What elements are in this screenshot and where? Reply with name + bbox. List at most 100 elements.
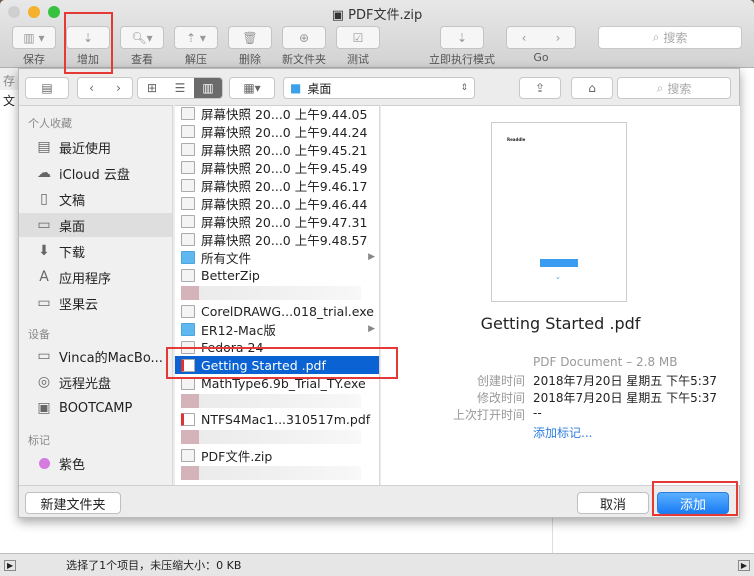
column-view-icon[interactable]: ▥ [194,78,222,98]
file-row[interactable]: 屏幕快照 20...0 上午9.48.57 [175,230,379,248]
column-header: 存 [0,68,18,90]
sidebar-item-macbook[interactable]: ▭ Vinca的MacBo... [19,344,172,368]
save-label: 保存 [23,53,45,66]
file-icon [181,142,195,156]
file-row[interactable]: 屏幕快照 20...0 上午9.44.05 [175,106,379,122]
sidebar-item-tag-purple[interactable]: 紫色 [19,451,172,475]
view-button[interactable]: 🔍︎▾ [120,26,164,49]
sidebar-item-recents[interactable]: ▤ 最近使用 [19,135,172,159]
test-button[interactable]: ☑ [336,26,380,49]
file-row[interactable]: 屏幕快照 20...0 上午9.44.24 [175,122,379,140]
sidebar-item-remote-disc[interactable]: ◎ 远程光盘 [19,370,172,394]
created-value: 2018年7月20日 星期五 下午5:37 [533,374,718,388]
file-row[interactable]: 屏幕快照 20...0 上午9.45.21 [175,140,379,158]
created-label: 创建时间 [476,374,525,388]
sheet-search-input[interactable]: ⌕ 搜索 [617,77,731,99]
icon-view-icon[interactable]: ⊞ [138,81,166,95]
new-folder-button[interactable]: 新建文件夹 [25,492,121,514]
laptop-icon: ▭ [37,348,51,364]
blurred-file-row[interactable] [181,286,361,300]
window-title: ▣ PDF文件.zip [331,8,423,23]
disclosure-arrow-icon: ▶ [368,324,375,334]
toggle-inspector-icon[interactable]: ▶ [737,559,750,571]
list-view-icon[interactable]: ☰ [166,81,194,95]
back-icon[interactable]: ‹ [89,81,94,95]
sidebar-item-documents[interactable]: ▯ 文稿 [19,187,172,211]
save-button[interactable]: ▥ ▾ [12,26,56,49]
share-button[interactable]: ⇪ [519,77,561,99]
sidebar-item-desktop[interactable]: ▭ 桌面 [19,213,172,237]
new-folder-button[interactable]: ⊕ [282,26,326,49]
file-row[interactable]: ER12-Mac版 ▶ [175,320,379,338]
extract-button[interactable]: ⇡ ▾ [174,26,218,49]
file-row[interactable]: 屏幕快照 20...0 上午9.46.17 [175,176,379,194]
cloud-icon: ☁ [37,165,51,181]
arrange-button[interactable]: ▦▾ [229,77,275,99]
highlight-selected-file [166,347,398,379]
back-icon[interactable]: ‹ [522,31,527,45]
file-icon [181,196,195,210]
sidebar-item-bootcamp[interactable]: ▣ BOOTCAMP [19,396,172,420]
test-label: 测试 [347,53,369,66]
last-opened-value: -- [533,406,542,420]
status-bar: ▶ 选择了1个项目，未压缩大小：0 KB ▶ [0,553,754,576]
file-row[interactable]: PDF文件.zip [175,446,379,464]
blurred-file-row[interactable] [181,394,361,408]
search-icon: ⌕ [652,30,660,44]
file-row[interactable]: 屏幕快照 20...0 上午9.46.44 [175,194,379,212]
file-row[interactable]: BetterZip [175,266,379,284]
file-icon [181,214,195,228]
disclosure-arrow-icon: ▶ [368,252,375,262]
zip-icon: ▣ [331,8,349,23]
delete-label: 删除 [239,53,261,66]
file-row[interactable]: 屏幕快照 20...0 上午9.45.49 [175,158,379,176]
tag-button[interactable]: ⌂ [571,77,613,99]
toggle-drawer-icon[interactable]: ▶ [4,559,17,571]
folder-icon [181,250,195,264]
blurred-file-row[interactable] [181,430,361,444]
delete-button[interactable]: 🗑︎ [228,26,272,49]
file-icon [181,124,195,138]
file-icon [181,106,195,120]
preview-file-name: Getting Started .pdf [480,314,641,333]
preview-kind: PDF Document – 2.8 MB [533,355,678,369]
view-mode-control[interactable]: ⊞ ☰ ▥ [137,77,223,99]
sidebar-header-favorites: 个人收藏 [28,117,72,130]
sheet-footer: 新建文件夹 取消 添加 [19,485,739,519]
forward-icon[interactable]: › [556,31,561,45]
file-icon [181,268,195,282]
nav-buttons[interactable]: ‹ › [77,77,133,99]
add-tag-link[interactable]: 添加标记... [533,424,592,441]
file-icon [181,160,195,174]
preview-pane: Readdle ⌄ Getting Started .pdf PDF Docum… [381,105,740,485]
sidebar-toggle-button[interactable]: ▤ [25,77,69,99]
file-row[interactable]: 所有文件 ▶ [175,248,379,266]
sidebar-item-icloud[interactable]: ☁ iCloud 云盘 [19,161,172,185]
location-popup[interactable]: ■ 桌面 ⇕ [283,77,475,99]
file-row[interactable]: CorelDRAWG...018_trial.exe [175,302,379,320]
search-icon: ⌕ [656,80,664,95]
highlight-add-button [64,12,113,74]
updown-icon: ⇕ [460,83,468,93]
file-row[interactable]: NTFS4Mac1...310517m.pdf [175,410,379,428]
file-row[interactable]: 屏幕快照 20...0 上午9.47.31 [175,212,379,230]
sidebar-item-applications[interactable]: A 应用程序 [19,265,172,289]
modified-value: 2018年7月20日 星期五 下午5:37 [533,391,718,405]
instant-mode-button[interactable]: ⇣ [440,26,484,49]
sidebar-item-jianguoyun[interactable]: ▭ 坚果云 [19,291,172,315]
highlight-add-confirm [652,481,738,516]
toolbar-search-input[interactable]: ⌕ 搜索 [598,26,742,49]
tag-dot-icon [38,457,50,469]
instant-mode-label: 立即执行模式 [429,53,495,66]
go-nav-buttons[interactable]: ‹ › [506,26,576,49]
cancel-button[interactable]: 取消 [577,492,649,514]
go-label: Go [533,51,549,64]
forward-icon[interactable]: › [116,81,121,95]
download-icon: ⬇ [38,243,50,259]
sidebar-item-downloads[interactable]: ⬇ 下载 [19,239,172,263]
modified-label: 修改时间 [476,391,525,405]
blurred-file-row[interactable] [181,466,361,480]
toolbar: ▣ PDF文件.zip ▥ ▾ 保存 ⇣ 增加 🔍︎▾ 查看 ⇡ ▾ 解压 🗑︎ 删除 ⊕… [0,0,754,68]
chevron-down-icon: ⌄ [555,273,561,281]
column-header: 文 [3,94,16,108]
